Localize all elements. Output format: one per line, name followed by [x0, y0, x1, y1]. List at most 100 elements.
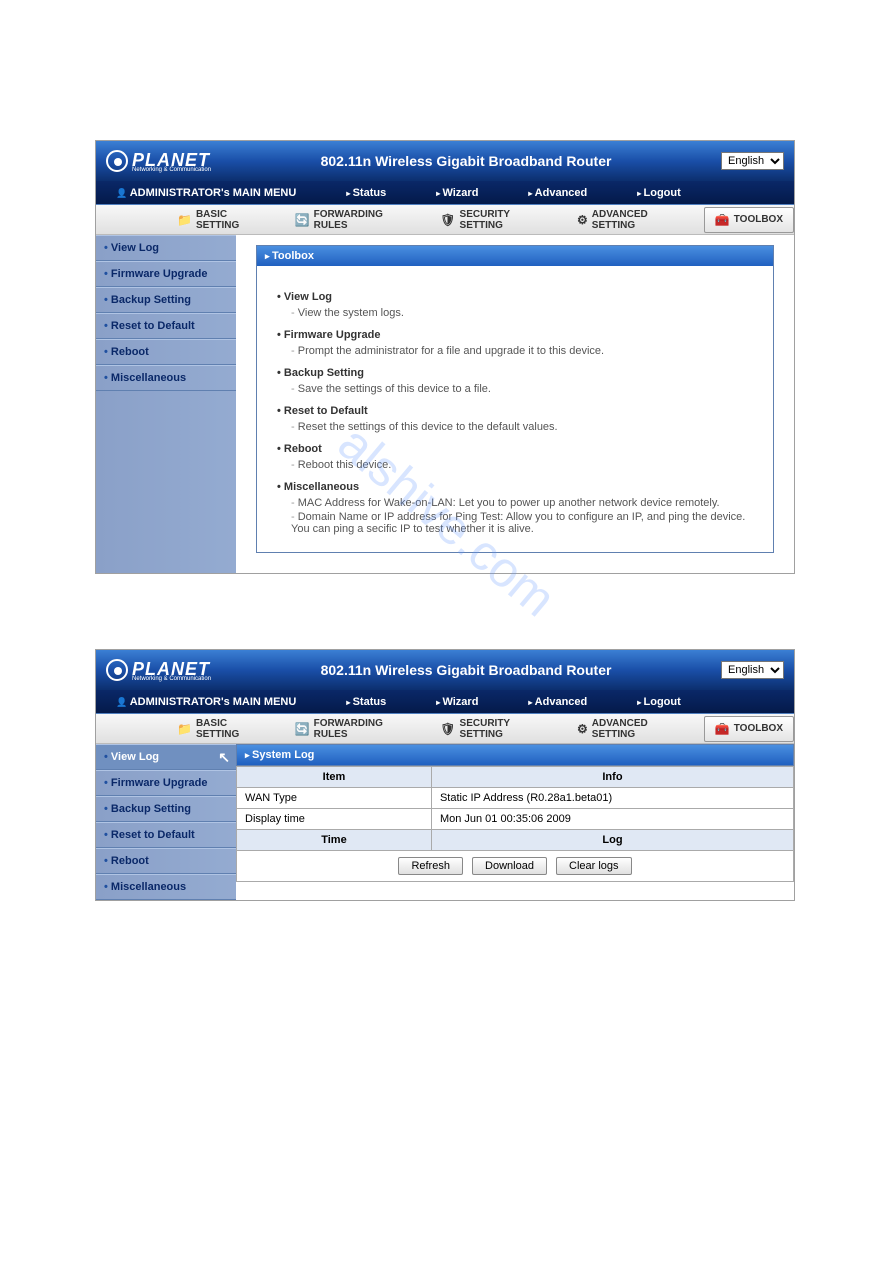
- tab-security-setting[interactable]: 🛡 SECURITY SETTING: [429, 712, 564, 746]
- sidebar-item-backup[interactable]: Backup Setting: [96, 796, 236, 822]
- item-misc: Miscellaneous: [277, 481, 753, 493]
- item-desc: View the system logs.: [277, 307, 753, 319]
- toolbox-panel: Toolbox View Log View the system logs. F…: [256, 245, 774, 553]
- sidebar-item-firmware[interactable]: Firmware Upgrade: [96, 770, 236, 796]
- item-desc: Reset the settings of this device to the…: [277, 421, 753, 433]
- tab-label: TOOLBOX: [734, 214, 783, 225]
- tab-label: TOOLBOX: [734, 723, 783, 734]
- tab-basic-setting[interactable]: 📁 BASIC SETTING: [166, 203, 282, 237]
- tab-bar: 📁 BASIC SETTING 🔄 FORWARDING RULES 🛡 SECURI…: [96, 205, 794, 235]
- tab-label: BASIC SETTING: [196, 209, 271, 231]
- clear-logs-button[interactable]: Clear logs: [556, 857, 632, 875]
- tab-bar: 📁BASIC SETTING 🔄FORWARDING RULES 🛡 SECURI…: [96, 714, 794, 744]
- item-reset: Reset to Default: [277, 405, 753, 417]
- th-item: Item: [237, 767, 432, 788]
- tab-forwarding-rules[interactable]: 🔄FORWARDING RULES: [284, 712, 428, 746]
- menu-logout[interactable]: Logout: [637, 696, 681, 708]
- tab-label: BASIC SETTING: [196, 718, 271, 740]
- sidebar-item-reboot[interactable]: Reboot: [96, 848, 236, 874]
- router-panel-toolbox: PLANET Networking & Communication 802.11…: [95, 140, 795, 574]
- sidebar-item-view-log[interactable]: View Log: [96, 235, 236, 261]
- item-firmware: Firmware Upgrade: [277, 329, 753, 341]
- page-container: alshive.com PLANET Networking & Communic…: [95, 140, 798, 901]
- sidebar-item-reboot[interactable]: Reboot: [96, 339, 236, 365]
- tab-forwarding-rules[interactable]: 🔄 FORWARDING RULES: [284, 203, 428, 237]
- menu-status[interactable]: Status: [346, 187, 386, 199]
- logo-subtitle: Networking & Communication: [132, 167, 211, 173]
- shield-icon: 🛡: [440, 213, 455, 227]
- language-select[interactable]: English: [721, 661, 784, 679]
- logo-icon: [106, 659, 128, 681]
- logo-subtitle: Networking & Communication: [132, 676, 211, 682]
- logo-icon: [106, 150, 128, 172]
- item-desc: Prompt the administrator for a file and …: [277, 345, 753, 357]
- arrows-icon: 🔄: [295, 722, 310, 736]
- header-bar: PLANET Networking & Communication 802.11…: [96, 650, 794, 690]
- table-row: WAN Type Static IP Address (R0.28a1.beta…: [237, 788, 794, 809]
- cell-info: Static IP Address (R0.28a1.beta01): [431, 788, 793, 809]
- item-desc: Reboot this device.: [277, 459, 753, 471]
- cell-item: WAN Type: [237, 788, 432, 809]
- button-row: Refresh Download Clear logs: [236, 851, 794, 882]
- content-area: Toolbox View Log View the system logs. F…: [236, 235, 794, 573]
- sidebar: View Log ↖ Firmware Upgrade Backup Setti…: [96, 744, 236, 900]
- sidebar-item-reset[interactable]: Reset to Default: [96, 313, 236, 339]
- toolbox-icon: 🧰: [715, 722, 730, 736]
- tab-basic-setting[interactable]: 📁BASIC SETTING: [166, 712, 282, 746]
- panel-body: View Log View the system logs. Firmware …: [257, 266, 773, 552]
- tab-label: SECURITY SETTING: [460, 209, 553, 231]
- cell-info: Mon Jun 01 00:35:06 2009: [431, 809, 793, 830]
- item-view-log: View Log: [277, 291, 753, 303]
- toolbox-icon: 🧰: [715, 213, 730, 227]
- tab-security-setting[interactable]: 🛡 SECURITY SETTING: [429, 203, 564, 237]
- sidebar: View Log Firmware Upgrade Backup Setting…: [96, 235, 236, 573]
- menu-status[interactable]: Status: [346, 696, 386, 708]
- tab-toolbox[interactable]: 🧰 TOOLBOX: [704, 207, 794, 233]
- menu-advanced[interactable]: Advanced: [528, 187, 587, 199]
- logo: PLANET Networking & Communication: [106, 659, 211, 682]
- item-desc: Domain Name or IP address for Ping Test:…: [277, 511, 753, 535]
- menu-admin[interactable]: ADMINISTRATOR's MAIN MENU: [116, 187, 296, 199]
- tab-toolbox[interactable]: 🧰 TOOLBOX: [704, 716, 794, 742]
- sidebar-item-misc[interactable]: Miscellaneous: [96, 874, 236, 900]
- sidebar-item-backup[interactable]: Backup Setting: [96, 287, 236, 313]
- shield-icon: 🛡: [440, 722, 455, 736]
- menu-admin[interactable]: ADMINISTRATOR's MAIN MENU: [116, 696, 296, 708]
- body-area: View Log Firmware Upgrade Backup Setting…: [96, 235, 794, 573]
- menu-wizard[interactable]: Wizard: [436, 187, 478, 199]
- language-select[interactable]: English: [721, 152, 784, 170]
- folder-icon: 📁: [177, 213, 192, 227]
- tab-advanced-setting[interactable]: ⚙ADVANCED SETTING: [566, 203, 702, 237]
- sidebar-item-reset[interactable]: Reset to Default: [96, 822, 236, 848]
- menu-wizard[interactable]: Wizard: [436, 696, 478, 708]
- page-title: 802.11n Wireless Gigabit Broadband Route…: [211, 153, 721, 169]
- menu-logout[interactable]: Logout: [637, 187, 681, 199]
- arrows-icon: 🔄: [295, 213, 310, 227]
- item-desc: Save the settings of this device to a fi…: [277, 383, 753, 395]
- tab-advanced-setting[interactable]: ⚙ ADVANCED SETTING: [566, 712, 702, 746]
- cursor-icon: ↖: [218, 749, 230, 766]
- tab-label: ADVANCED SETTING: [592, 718, 691, 740]
- cell-item: Display time: [237, 809, 432, 830]
- item-reboot: Reboot: [277, 443, 753, 455]
- refresh-button[interactable]: Refresh: [398, 857, 463, 875]
- th-info: Info: [431, 767, 793, 788]
- sidebar-item-misc[interactable]: Miscellaneous: [96, 365, 236, 391]
- tab-label: ADVANCED SETTING: [592, 209, 691, 231]
- menu-advanced[interactable]: Advanced: [528, 696, 587, 708]
- tab-label: SECURITY SETTING: [460, 718, 553, 740]
- router-panel-syslog: PLANET Networking & Communication 802.11…: [95, 649, 795, 901]
- sidebar-item-firmware[interactable]: Firmware Upgrade: [96, 261, 236, 287]
- table-row: Display time Mon Jun 01 00:35:06 2009: [237, 809, 794, 830]
- content-area: System Log Item Info WAN Type Static IP …: [236, 744, 794, 900]
- gear-icon: ⚙: [577, 722, 588, 736]
- tab-label: FORWARDING RULES: [314, 209, 417, 231]
- header-bar: PLANET Networking & Communication 802.11…: [96, 141, 794, 181]
- page-title: 802.11n Wireless Gigabit Broadband Route…: [211, 662, 721, 678]
- system-log-table: Item Info WAN Type Static IP Address (R0…: [236, 766, 794, 851]
- sidebar-item-view-log[interactable]: View Log ↖: [96, 744, 236, 770]
- panel-heading: System Log: [236, 744, 794, 766]
- logo: PLANET Networking & Communication: [106, 150, 211, 173]
- download-button[interactable]: Download: [472, 857, 547, 875]
- item-backup: Backup Setting: [277, 367, 753, 379]
